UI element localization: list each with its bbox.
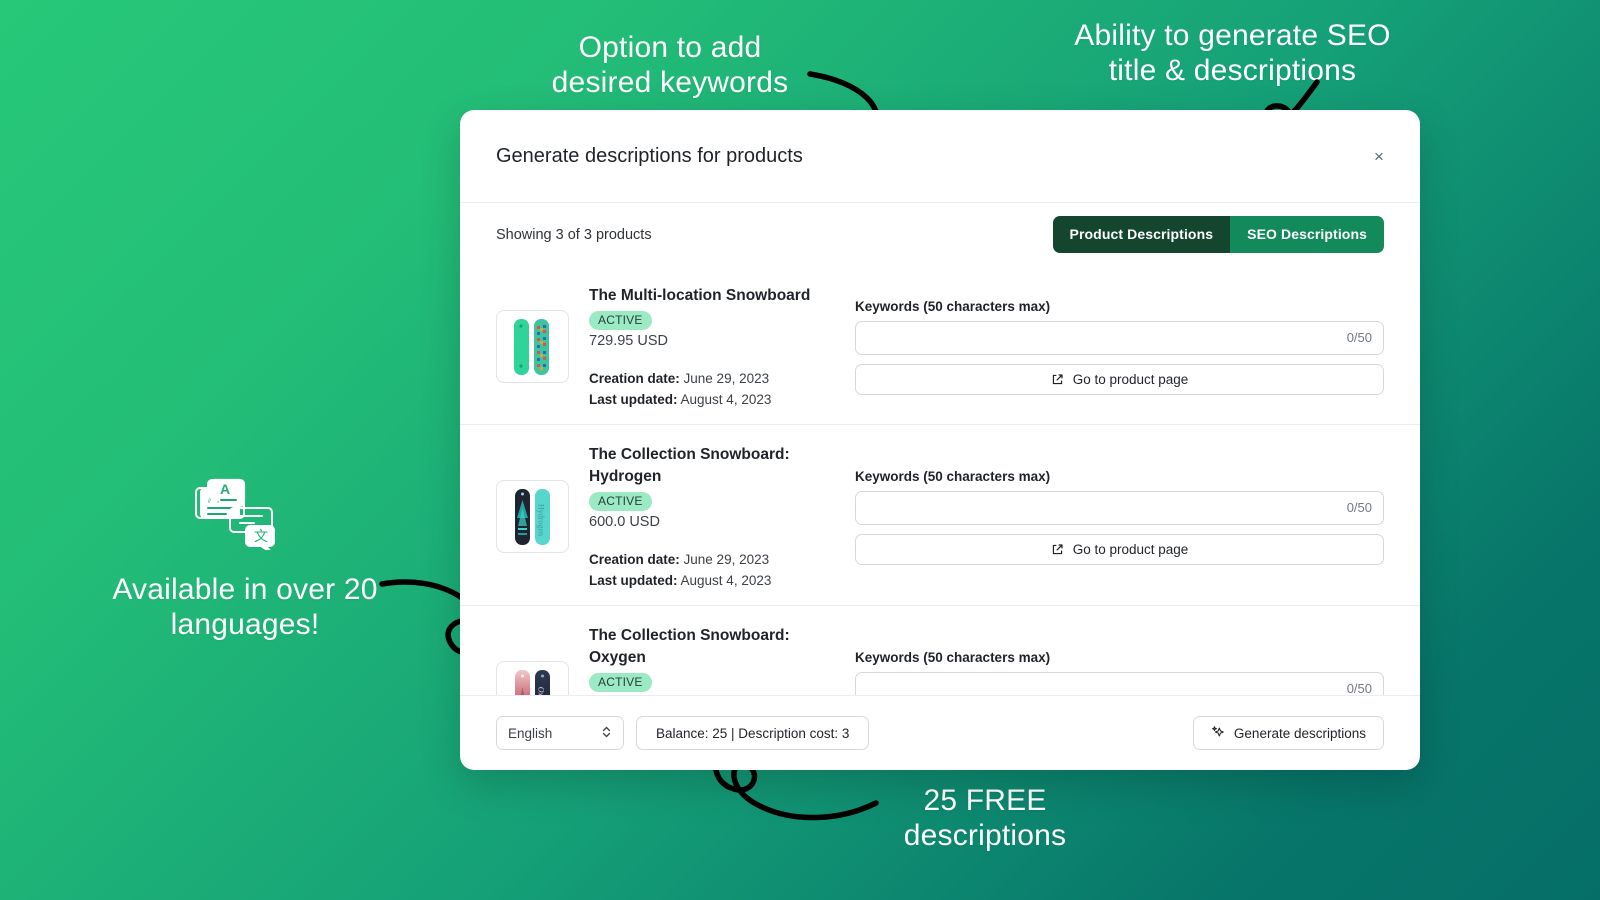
product-price: 729.95 USD [589, 333, 668, 349]
product-dates: Creation date: June 29, 2023 Last update… [589, 550, 837, 591]
table-row: Hydrogen The Collection Snowboard: Hydro… [460, 424, 1420, 605]
modal-header: Generate descriptions for products × [460, 110, 1420, 202]
product-thumbnail[interactable]: Oxygen [496, 661, 569, 695]
external-link-icon [1051, 543, 1064, 556]
product-name: The Multi-location Snowboard [589, 287, 811, 304]
description-type-tabs: Product Descriptions SEO Descriptions [1052, 216, 1384, 253]
keywords-char-count: 0/50 [1346, 681, 1372, 695]
svg-text:Oxygen: Oxygen [536, 686, 545, 695]
last-updated-value: August 4, 2023 [680, 572, 772, 588]
tab-seo-descriptions[interactable]: SEO Descriptions [1230, 216, 1384, 253]
language-select[interactable]: English [496, 716, 624, 750]
go-to-product-page-label: Go to product page [1072, 541, 1189, 557]
chevron-updown-icon [601, 725, 612, 742]
modal-footer: English Balance: 25 | Description cost: … [460, 695, 1420, 770]
creation-date-value: June 29, 2023 [683, 552, 770, 568]
annotation-keywords: Option to add desired keywords [551, 31, 789, 100]
keywords-label: Keywords (50 characters max) [855, 298, 1051, 314]
annotation-free-descriptions: 25 FREE descriptions [903, 784, 1067, 853]
status-badge: ACTIVE [589, 492, 652, 512]
generate-descriptions-label: Generate descriptions [1233, 725, 1366, 741]
generate-descriptions-modal: Generate descriptions for products × Sho… [460, 110, 1420, 770]
product-dates: Creation date: June 29, 2023 Last update… [589, 369, 837, 410]
keywords-input-wrapper[interactable]: 0/50 [855, 671, 1384, 695]
snowboard-image-2: Hydrogen [514, 488, 550, 545]
go-to-product-page-label: Go to product page [1072, 371, 1189, 387]
svg-text:A: A [220, 481, 230, 497]
product-info: The Collection Snowboard: Hydrogen ACTIV… [569, 442, 837, 591]
product-name: The Collection Snowboard: Hydrogen [589, 446, 790, 486]
last-updated-label: Last updated: [589, 391, 678, 407]
modal-subheader: Showing 3 of 3 products Product Descript… [460, 202, 1420, 266]
snowboard-image-3: Oxygen [514, 669, 550, 695]
keywords-input[interactable] [867, 330, 1339, 346]
creation-date-label: Creation date: [589, 371, 680, 386]
creation-date-value: June 29, 2023 [683, 371, 770, 386]
go-to-product-page-button[interactable]: Go to product page [855, 533, 1384, 565]
annotation-languages: Available in over 20 languages! [112, 573, 378, 642]
table-row: Oxygen The Collection Snowboard: Oxygen … [460, 605, 1420, 695]
keywords-label: Keywords (50 characters max) [855, 649, 1051, 665]
sparkle-icon [1211, 725, 1225, 742]
last-updated-label: Last updated: [589, 572, 678, 588]
go-to-product-page-button[interactable]: Go to product page [855, 363, 1384, 395]
keywords-input-wrapper[interactable]: 0/50 [855, 490, 1384, 525]
keywords-input[interactable] [867, 681, 1339, 695]
external-link-icon [1051, 373, 1064, 386]
tab-product-descriptions[interactable]: Product Descriptions [1052, 216, 1231, 253]
product-info: The Collection Snowboard: Oxygen ACTIVE … [569, 623, 837, 695]
svg-text:Hydrogen: Hydrogen [536, 504, 545, 536]
status-badge: ACTIVE [589, 673, 652, 693]
table-row: The Multi-location Snowboard ACTIVE 729.… [460, 266, 1420, 424]
keywords-input-wrapper[interactable]: 0/50 [855, 320, 1384, 355]
creation-date-label: Creation date: [589, 552, 680, 568]
translate-icon: A A 文 [195, 478, 275, 550]
status-badge: ACTIVE [589, 311, 652, 330]
language-select-value: English [508, 725, 553, 741]
balance-button[interactable]: Balance: 25 | Description cost: 3 [636, 716, 870, 750]
showing-count-label: Showing 3 of 3 products [496, 226, 652, 243]
product-fields: Keywords (50 characters max) 0/50 Go to … [837, 442, 1384, 591]
snowboard-image-1 [513, 318, 549, 375]
svg-text:文: 文 [254, 529, 268, 545]
product-list: The Multi-location Snowboard ACTIVE 729.… [460, 266, 1420, 695]
product-thumbnail[interactable]: Hydrogen [496, 480, 569, 554]
product-info: The Multi-location Snowboard ACTIVE 729.… [569, 283, 837, 410]
keywords-char-count: 0/50 [1346, 330, 1372, 346]
annotation-seo: Ability to generate SEO title & descript… [1074, 19, 1391, 88]
close-icon[interactable]: × [1364, 141, 1394, 171]
product-name: The Collection Snowboard: Oxygen [589, 627, 790, 667]
generate-descriptions-button[interactable]: Generate descriptions [1192, 716, 1384, 750]
page-title: Generate descriptions for products [496, 144, 803, 167]
product-fields: Keywords (50 characters max) 0/50 Go to … [837, 283, 1384, 410]
last-updated-value: August 4, 2023 [680, 391, 772, 407]
keywords-input[interactable] [867, 500, 1339, 516]
product-thumbnail[interactable] [496, 310, 569, 384]
product-fields: Keywords (50 characters max) 0/50 Go to … [837, 623, 1384, 695]
keywords-char-count: 0/50 [1346, 500, 1372, 516]
product-price: 600.0 USD [589, 514, 660, 531]
keywords-label: Keywords (50 characters max) [855, 468, 1051, 484]
